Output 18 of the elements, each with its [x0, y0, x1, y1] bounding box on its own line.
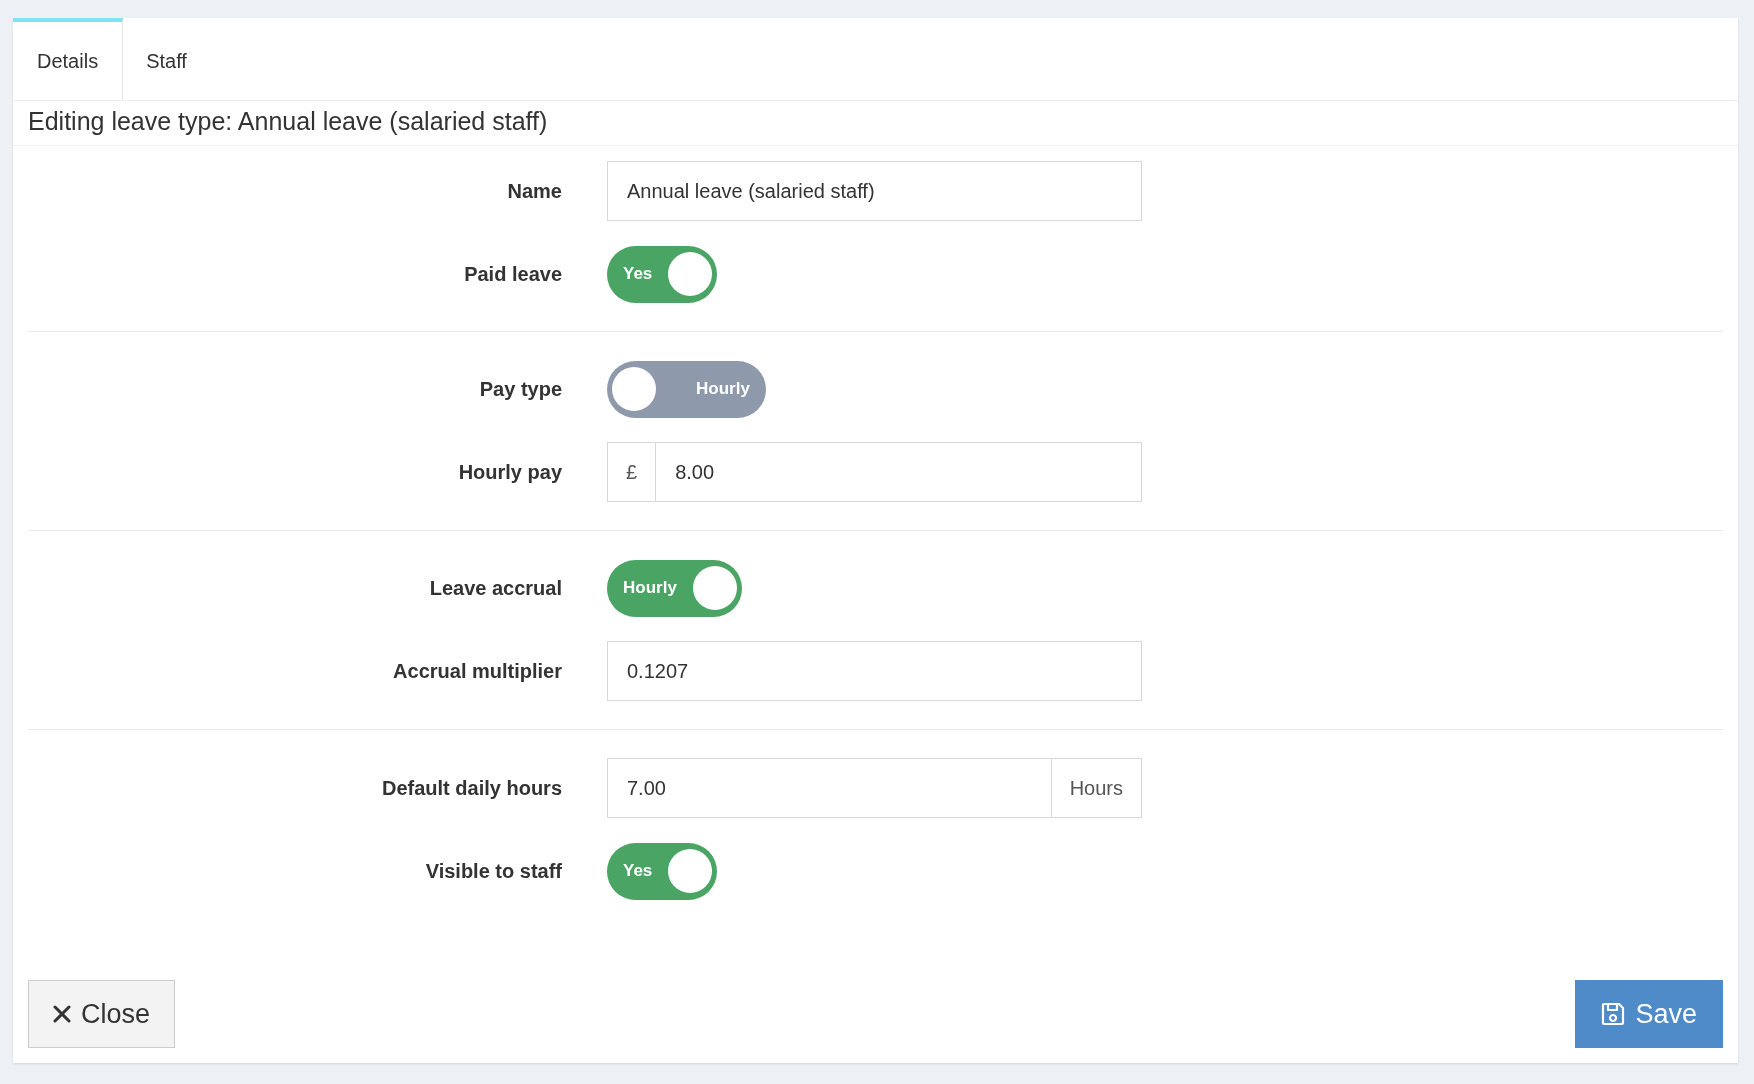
close-button[interactable]: Close	[28, 980, 176, 1048]
field-label: Default daily hours	[380, 776, 563, 800]
field-label: Name	[506, 179, 563, 203]
field-label: Hourly pay	[457, 460, 563, 484]
field-label: Paid leave	[463, 262, 563, 286]
field-label: Accrual multiplier	[392, 659, 563, 683]
input-addon: Hours	[1050, 759, 1141, 817]
field-label: Visible to staff	[424, 859, 563, 883]
field-label: Leave accrual	[428, 576, 563, 600]
close-icon	[53, 1005, 71, 1023]
save-button[interactable]: Save	[1575, 980, 1723, 1048]
input-field[interactable]: Annual leave (salaried staff)	[607, 161, 1142, 221]
page-heading: Editing leave type: Annual leave (salaried staff)	[13, 101, 1738, 146]
input-group[interactable]: 7.00 Hours	[607, 758, 1142, 818]
tab[interactable]: Details	[13, 18, 124, 100]
input-group[interactable]: £ 8.00	[607, 442, 1142, 502]
field-label: Pay type	[478, 377, 563, 401]
input-field[interactable]: 0.1207	[607, 641, 1142, 701]
